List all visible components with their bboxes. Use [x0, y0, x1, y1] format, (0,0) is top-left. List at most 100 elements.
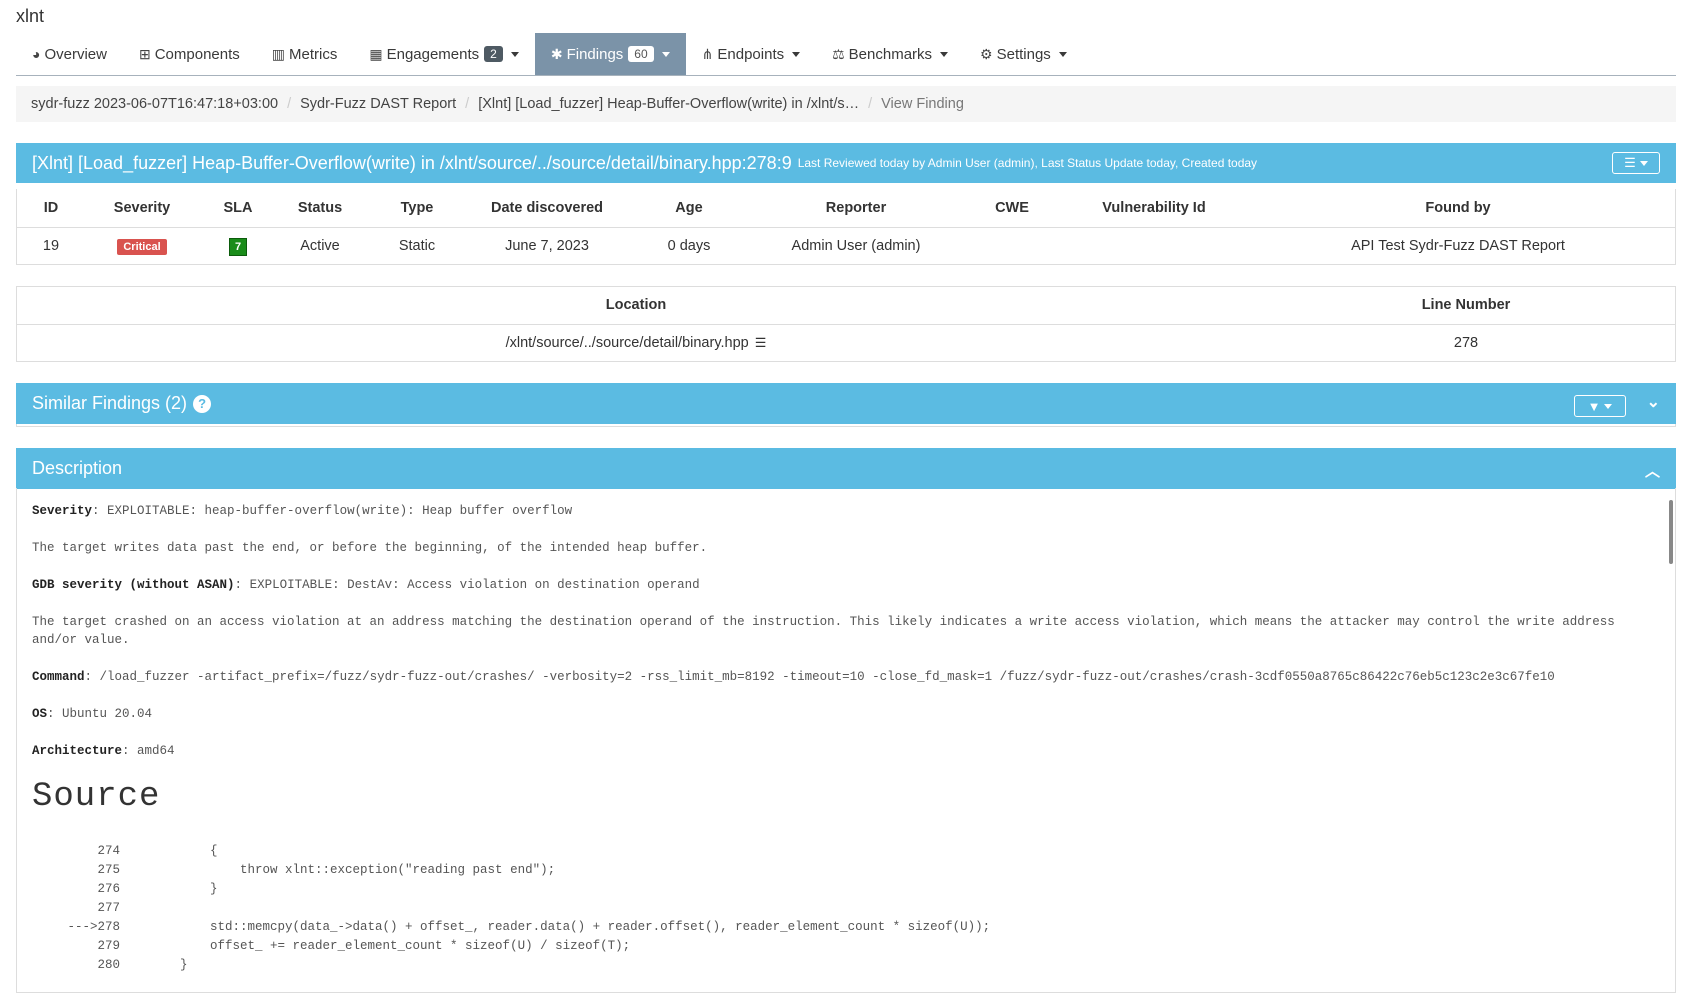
code-line: 280 } [32, 956, 1660, 975]
caret-down-icon [510, 51, 519, 57]
chevron-up-icon[interactable]: ︿ [1645, 460, 1660, 481]
finding-subtitle: Last Reviewed today by Admin User (admin… [797, 156, 1258, 170]
breadcrumb-separator: / [465, 96, 470, 112]
col-type: Type [400, 199, 434, 216]
finding-sla: 7 [198, 226, 278, 265]
help-icon[interactable]: ? [193, 394, 212, 413]
scrollbar[interactable] [1669, 500, 1673, 564]
location-path: /xlnt/source/../source/detail/binary.hpp [505, 335, 749, 352]
gdb-value: EXPLOITABLE: DestAv: Access violation on… [249, 578, 700, 592]
location-line: 278 [1256, 323, 1676, 362]
caret-down-icon [940, 51, 949, 57]
nav-label: Endpoints [717, 45, 785, 63]
product-title: xlnt [16, 6, 45, 26]
finding-reporter: Admin User (admin) [756, 226, 956, 265]
nav-components[interactable]: ⊞ Components [123, 33, 256, 75]
finding-table-header: ID Severity SLA Status Type Date discove… [16, 189, 1676, 227]
finding-actions-button[interactable]: ☰ [1612, 152, 1660, 174]
finding-header: [Xlnt] [Load_fuzzer] Heap-Buffer-Overflo… [16, 143, 1676, 183]
arch-line: Architecture: amd64 [32, 744, 175, 758]
code-line: 277 [32, 899, 1660, 918]
finding-type: Static [362, 226, 472, 265]
breadcrumb-test[interactable]: Sydr-Fuzz DAST Report [300, 96, 456, 112]
code-line-number: 280 [97, 958, 120, 972]
nav-engagements[interactable]: ▦ Engagements 2 [353, 33, 535, 75]
calendar-icon: ▦ [369, 45, 383, 62]
finding-cwe [956, 226, 1068, 265]
finding-found-by[interactable]: API Test Sydr-Fuzz DAST Report [1240, 226, 1676, 265]
similar-findings-body [16, 424, 1676, 427]
finding-date: June 7, 2023 [472, 226, 622, 265]
list-icon[interactable]: ☰ [755, 335, 767, 350]
bug-icon: ✱ [550, 45, 563, 62]
command-value: /load_fuzzer -artifact_prefix=/fuzz/sydr… [99, 670, 1555, 684]
bar-chart-icon: ▥ [271, 45, 286, 62]
col-vuln-id: Vulnerability Id [1102, 199, 1206, 216]
nav-label: Overview [44, 45, 107, 63]
nav-label: Metrics [289, 45, 338, 63]
location-table: Location Line Number /xlnt/source/../sou… [16, 286, 1676, 362]
table-icon: ⊞ [138, 45, 151, 62]
code-line-source: } [120, 882, 218, 896]
breadcrumb: sydr-fuzz 2023-06-07T16:47:18+03:00 / Sy… [16, 86, 1676, 122]
breadcrumb-finding[interactable]: [Xlnt] [Load_fuzzer] Heap-Buffer-Overflo… [478, 96, 859, 112]
nav-benchmarks[interactable]: ⚖ Benchmarks [816, 33, 964, 75]
location-table-header: Location Line Number [16, 286, 1676, 324]
source-heading: Source [32, 778, 161, 816]
code-line-source: { [120, 844, 218, 858]
code-line-source: throw xlnt::exception("reading past end"… [120, 863, 556, 877]
globe-icon: ◕ [32, 46, 41, 62]
nav-findings[interactable]: ✱ Findings 60 [534, 33, 686, 75]
os-label: OS [32, 707, 48, 721]
description-title: Description [32, 458, 123, 478]
code-line: 274 { [32, 842, 1660, 861]
finding-table: ID Severity SLA Status Type Date discove… [16, 189, 1676, 265]
code-line-source: offset_ += reader_element_count * sizeof… [120, 939, 631, 953]
description-body: Severity: EXPLOITABLE: heap-buffer-overf… [17, 488, 1675, 975]
nav-settings[interactable]: ⚙ Settings [964, 33, 1083, 75]
breadcrumb-engagement[interactable]: sydr-fuzz 2023-06-07T16:47:18+03:00 [31, 96, 278, 112]
top-navigation: ◕ Overview ⊞ Components ▥ Metrics ▦ Engagements… [16, 33, 1676, 76]
col-line-number: Line Number [1421, 296, 1511, 313]
code-line-number: --->278 [67, 920, 120, 934]
col-found-by: Found by [1425, 199, 1491, 216]
severity-label: Severity [32, 504, 93, 518]
nav-overview[interactable]: ◕ Overview [16, 33, 123, 75]
location-row: /xlnt/source/../source/detail/binary.hpp… [16, 323, 1676, 362]
menu-icon: ☰ [1624, 155, 1636, 170]
code-line: 275 throw xlnt::exception("reading past … [32, 861, 1660, 880]
col-status: Status [297, 199, 343, 216]
col-age: Age [675, 199, 703, 216]
nav-count-badge: 60 [628, 46, 654, 62]
gdb-label: GDB severity (without ASAN) [32, 578, 235, 592]
filter-icon: ▼ [1587, 398, 1601, 414]
severity-text: The target writes data past the end, or … [32, 541, 708, 555]
source-code-block: 274 {275 throw xlnt::exception("reading … [32, 842, 1660, 975]
nav-endpoints[interactable]: ⋔ Endpoints [686, 33, 816, 75]
location-cell: /xlnt/source/../source/detail/binary.hpp… [16, 323, 1256, 362]
col-date: Date discovered [490, 199, 604, 216]
balance-scale-icon: ⚖ [832, 45, 845, 62]
description-panel: Severity: EXPLOITABLE: heap-buffer-overf… [16, 488, 1676, 993]
similar-findings-header[interactable]: Similar Findings (2) ? ▼ ⌄ [16, 383, 1676, 424]
nav-metrics[interactable]: ▥ Metrics [256, 33, 354, 75]
code-line: 276 } [32, 880, 1660, 899]
col-location: Location [605, 296, 667, 313]
description-header[interactable]: Description ︿ [16, 448, 1676, 489]
severity-badge: Critical [117, 239, 167, 256]
os-value: Ubuntu 20.04 [62, 707, 153, 721]
chevron-down-icon[interactable]: ⌄ [1647, 392, 1660, 412]
breadcrumb-separator: / [287, 96, 292, 112]
nav-label: Engagements [386, 45, 480, 63]
similar-filter-button[interactable]: ▼ [1574, 395, 1626, 417]
severity-value: EXPLOITABLE: heap-buffer-overflow(write)… [107, 504, 573, 518]
code-line-number: 275 [97, 863, 120, 877]
nav-label: Settings [996, 45, 1051, 63]
code-line-number: 274 [97, 844, 120, 858]
similar-findings-title: Similar Findings (2) [32, 393, 188, 413]
finding-row: 19 Critical 7 Active Static June 7, 2023… [16, 226, 1676, 265]
severity-line: Severity: EXPLOITABLE: heap-buffer-overf… [32, 504, 573, 518]
gears-icon: ⚙ [980, 45, 993, 62]
finding-severity: Critical [86, 226, 198, 265]
code-line-number: 279 [97, 939, 120, 953]
